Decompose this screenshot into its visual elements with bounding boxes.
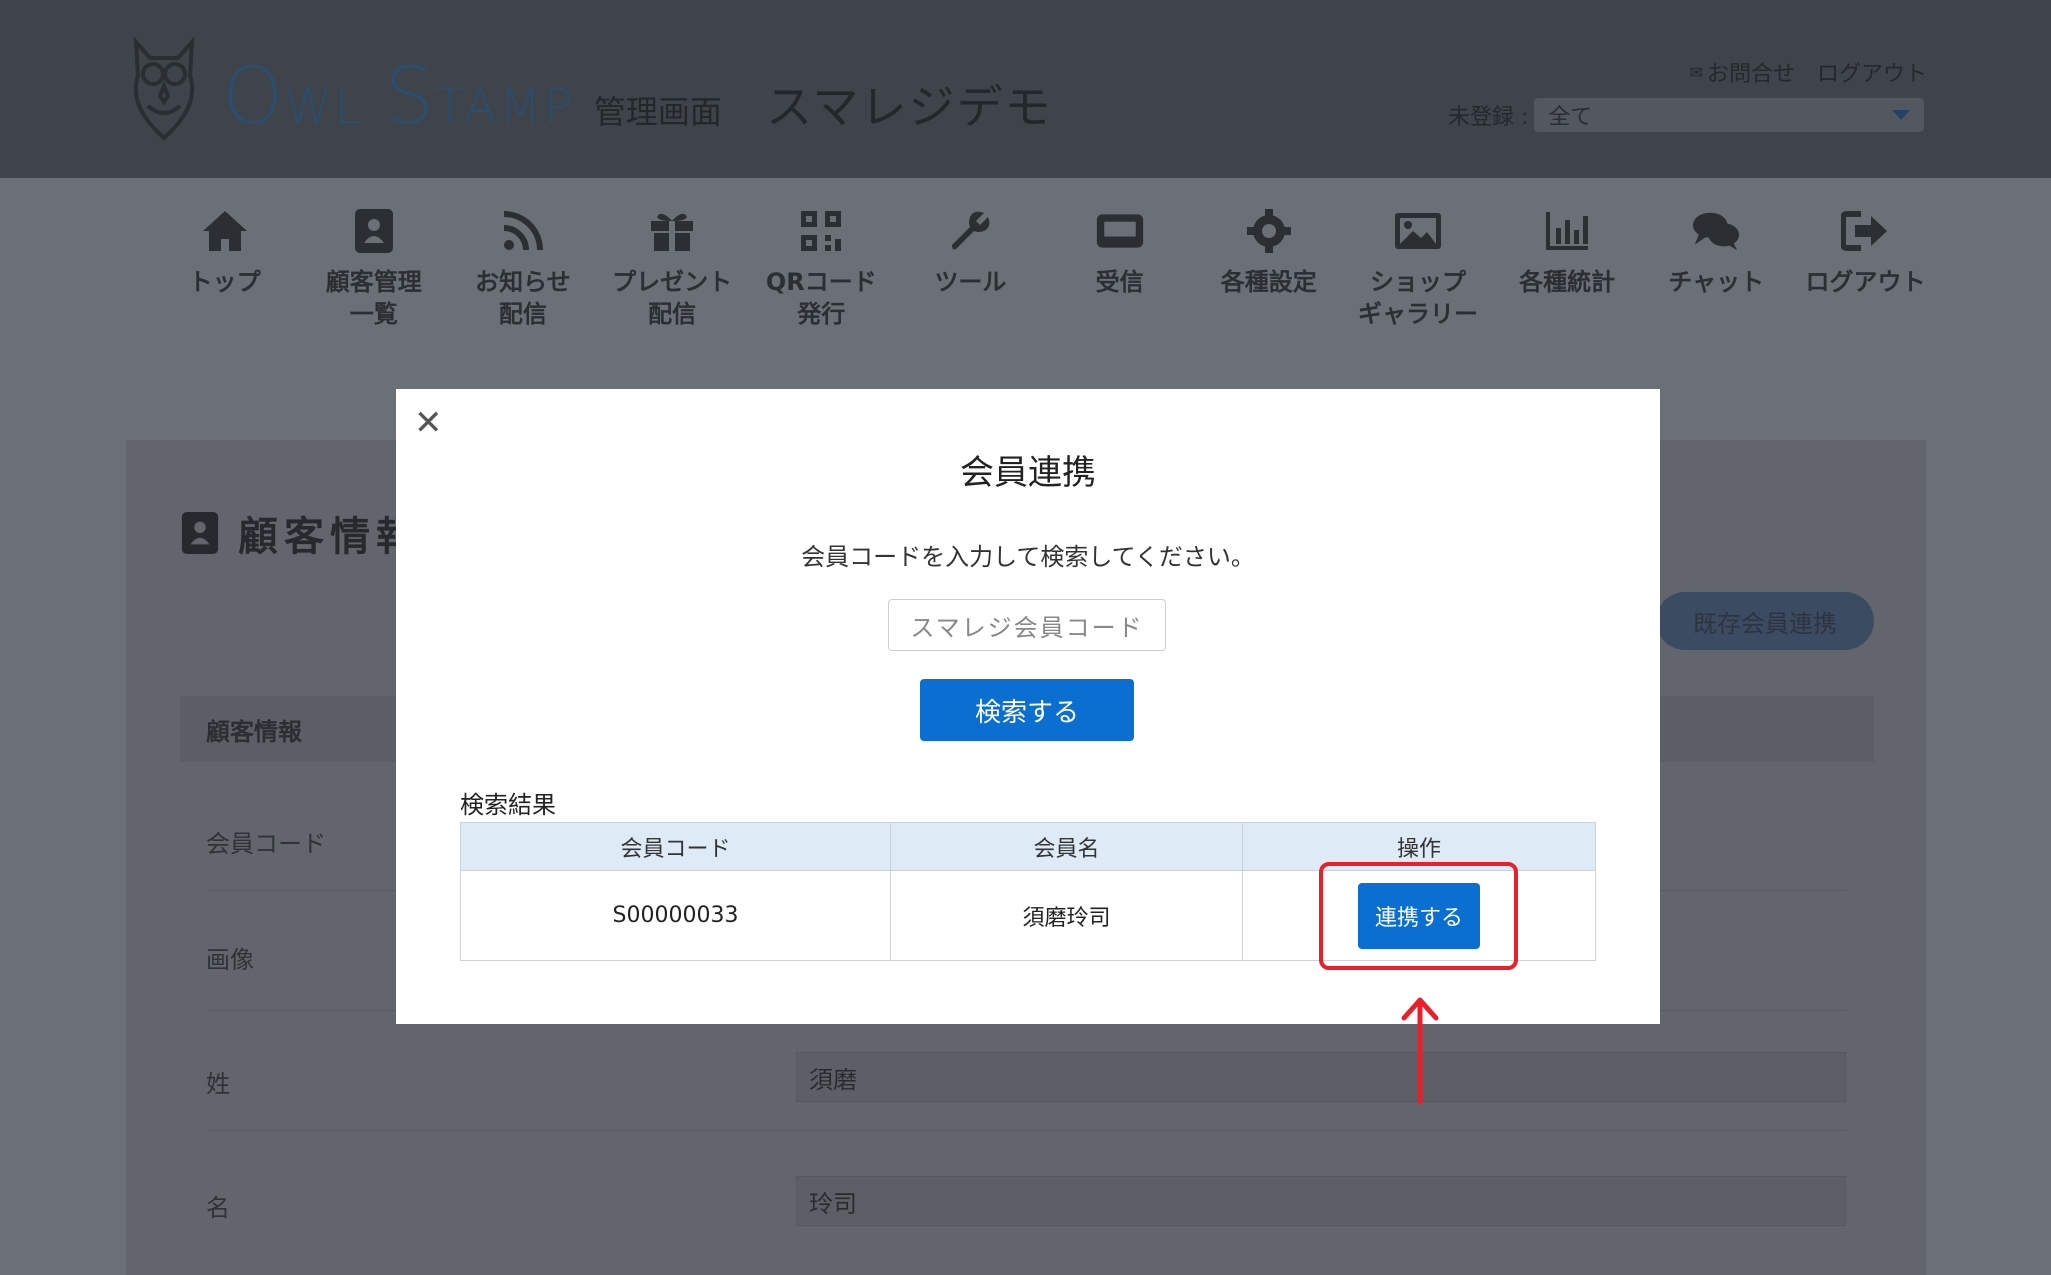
column-member-name: 会員名 xyxy=(890,822,1243,871)
brand-title: O WL S TAMP 管理画面 スマレジデモ xyxy=(222,52,1053,142)
nav-item-news[interactable]: お知らせ 配信 xyxy=(448,206,597,346)
brand-tagline: 管理画面 xyxy=(593,93,722,131)
nav-item-inbox[interactable]: 受信 xyxy=(1045,206,1194,346)
column-member-code: 会員コード xyxy=(460,822,891,871)
wrench-icon xyxy=(945,206,995,256)
gift-icon xyxy=(647,206,697,256)
member-code-label: 会員コード xyxy=(206,830,326,858)
modal-title: 会員連携 xyxy=(960,453,1096,493)
arrow-up-icon xyxy=(1401,997,1439,1105)
nav-item-customers[interactable]: 顧客管理 一覧 xyxy=(299,206,448,346)
home-icon xyxy=(200,206,250,256)
member-name-cell: 須磨玲司 xyxy=(890,870,1243,961)
unregistered-filter: 未登録 : 全て xyxy=(1448,98,1925,132)
close-icon[interactable]: ✕ xyxy=(414,403,443,443)
nav-item-present[interactable]: プレゼント 配信 xyxy=(598,206,747,346)
divider xyxy=(206,1130,1846,1131)
unregistered-label: 未登録 : xyxy=(1448,105,1529,130)
header-logout-link[interactable]: ログアウト xyxy=(1817,56,1927,88)
qrcode-icon xyxy=(796,206,846,256)
header-links: ✉ お問合せ ログアウト xyxy=(1690,56,1927,88)
results-label: 検索結果 xyxy=(460,791,556,819)
unregistered-select[interactable]: 全て xyxy=(1534,98,1925,132)
nav-item-top[interactable]: トップ xyxy=(150,206,299,346)
owl-logo xyxy=(133,36,195,141)
modal-instruction: 会員コードを入力して検索してください。 xyxy=(801,543,1255,571)
inbox-icon xyxy=(1095,206,1145,256)
nav-item-qrcode[interactable]: QRコード 発行 xyxy=(747,206,896,346)
page-title: 顧客情報 xyxy=(180,504,422,562)
nav-item-chat[interactable]: チャット xyxy=(1642,206,1791,346)
search-button[interactable]: 検索する xyxy=(920,679,1134,741)
bar-chart-icon xyxy=(1542,206,1592,256)
address-book-icon xyxy=(349,206,399,256)
main-nav: トップ 顧客管理 一覧 お知らせ 配信 プレゼント 配信 QRコード 発行 ツー… xyxy=(150,206,1940,346)
nav-item-logout[interactable]: ログアウト xyxy=(1791,206,1940,346)
last-name-label: 姓 xyxy=(206,1070,230,1098)
first-name-label: 名 xyxy=(206,1194,230,1222)
mail-icon: ✉ xyxy=(1689,62,1703,82)
contact-link[interactable]: ✉ お問合せ xyxy=(1690,56,1795,88)
existing-member-link-button[interactable]: 既存会員連携 xyxy=(1656,592,1874,650)
shop-name: スマレジデモ xyxy=(765,80,1053,134)
image-label: 画像 xyxy=(206,946,254,974)
first-name-field[interactable]: 玲司 xyxy=(796,1176,1846,1226)
highlight-box xyxy=(1319,862,1518,970)
chevron-down-icon xyxy=(1892,110,1911,120)
address-book-icon xyxy=(181,512,219,554)
nav-item-stats[interactable]: 各種統計 xyxy=(1493,206,1642,346)
member-code-input[interactable]: スマレジ会員コード xyxy=(888,599,1166,651)
image-icon xyxy=(1393,206,1443,256)
app-header: O WL S TAMP 管理画面 スマレジデモ ✉ お問合せ ログアウト 未登録… xyxy=(0,0,2051,178)
chat-icon xyxy=(1691,206,1741,256)
nav-item-tools[interactable]: ツール xyxy=(896,206,1045,346)
member-code-cell: S00000033 xyxy=(460,870,891,961)
nav-item-settings[interactable]: 各種設定 xyxy=(1194,206,1343,346)
rss-icon xyxy=(498,206,548,256)
last-name-field[interactable]: 須磨 xyxy=(796,1052,1846,1102)
nav-item-gallery[interactable]: ショップ ギャラリー xyxy=(1343,206,1492,346)
sign-out-icon xyxy=(1840,206,1890,256)
gear-icon xyxy=(1244,206,1294,256)
